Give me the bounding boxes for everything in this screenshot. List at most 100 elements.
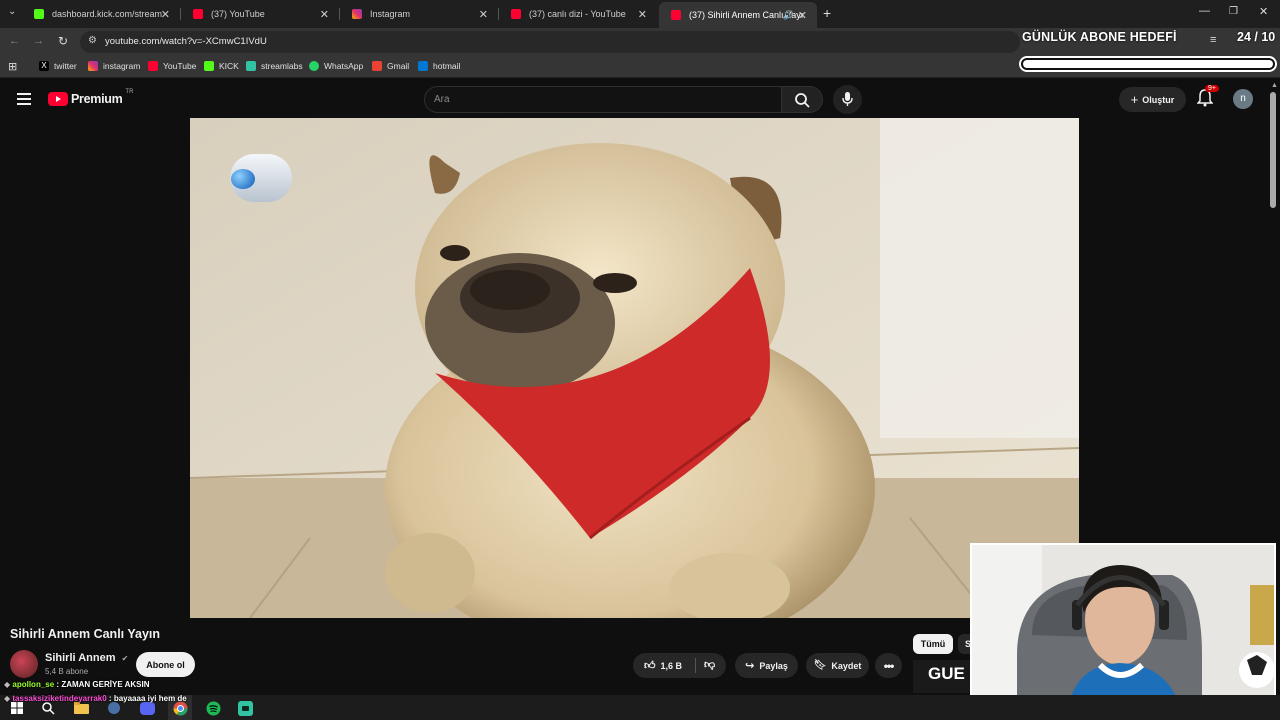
dislike-button[interactable]: 👎︎ (704, 658, 715, 671)
bookmark-gmail[interactable]: Gmail (372, 61, 409, 71)
video-player[interactable] (190, 118, 1079, 618)
bookmark-youtube[interactable]: YouTube (148, 61, 196, 71)
bookmark-hotmail[interactable]: hotmail (418, 61, 460, 71)
tab-search-chevron-icon[interactable]: ⌄ (8, 6, 16, 17)
share-icon: ↪ (745, 660, 755, 672)
recommended-thumbnail[interactable]: GUE (913, 660, 973, 693)
thumbs-down-icon: 👎︎ (704, 659, 716, 671)
video-frame-bulldog (190, 118, 1079, 618)
apps-grid-icon[interactable]: ⊞ (8, 60, 17, 73)
site-info-icon[interactable]: ⚙ (88, 35, 97, 46)
channel-watermark-logo (230, 154, 292, 202)
more-horizontal-icon: ••• (883, 658, 895, 673)
video-title: Sihirli Annem Canlı Yayın (10, 627, 161, 641)
close-icon[interactable]: ✕ (798, 9, 807, 22)
close-icon[interactable]: ✕ (479, 8, 488, 21)
bookmark-label: WhatsApp (324, 61, 364, 71)
bookmark-label: Gmail (387, 61, 410, 71)
bookmark-instagram[interactable]: instagram (88, 61, 140, 71)
bookmark-label: hotmail (433, 61, 461, 71)
forward-icon[interactable]: → (33, 35, 44, 47)
browser-tab-strip: ⌄ dashboard.kick.com/stream ✕ (37) YouTu… (0, 0, 1280, 28)
more-actions-button[interactable]: ••• (875, 653, 902, 678)
logo-text: Premium (71, 92, 123, 106)
bookmark-label: KICK (219, 61, 239, 71)
divider (695, 658, 696, 673)
create-label: Oluştur (1142, 94, 1175, 105)
youtube-icon (511, 9, 521, 19)
logo-orb (231, 169, 255, 189)
chat-username: apollon_se (12, 680, 55, 689)
page-scrollbar[interactable] (1270, 92, 1276, 208)
minimize-icon[interactable]: — (1199, 5, 1210, 17)
scroll-up-icon[interactable]: ▲ (1271, 82, 1278, 89)
window-close-icon[interactable]: ✕ (1259, 5, 1268, 18)
notifications-button[interactable]: 9+ (1196, 85, 1219, 112)
bookmark-label: YouTube (163, 61, 197, 71)
youtube-icon (671, 10, 681, 20)
reload-icon[interactable]: ↻ (58, 34, 68, 48)
webcam-overlay (970, 543, 1276, 718)
speaker-icon[interactable]: 🔊 (783, 10, 794, 21)
chip-all[interactable]: Tümü (913, 634, 953, 654)
bookmark-whatsapp[interactable]: WhatsApp (309, 61, 363, 71)
tab-title: Instagram (370, 9, 411, 19)
chat-badge-icon: ◆ (4, 680, 11, 689)
spotify-icon[interactable] (205, 700, 221, 716)
tab-title: dashboard.kick.com/stream (52, 9, 163, 19)
kick-icon (204, 61, 214, 71)
bookmark-kick[interactable]: KICK (204, 61, 239, 71)
reading-list-icon[interactable]: ≡ (1210, 34, 1216, 46)
close-icon[interactable]: ✕ (320, 8, 329, 21)
new-tab-icon[interactable]: + (823, 5, 831, 21)
thumbnail-text: GUE (928, 664, 965, 683)
chat-message: ◆ apollon_se : ZAMAN GERİYE AKSIN (4, 680, 149, 689)
subscriber-goal-count: 24 / 10 (1237, 30, 1276, 44)
youtube-logo[interactable]: Premium TR (48, 89, 133, 106)
channel-name[interactable]: Sihirli Annem ✔ (45, 652, 128, 664)
like-button[interactable]: 👍︎ 1,6 B (644, 659, 682, 672)
tab-sihirli-annem[interactable]: (37) Sihirli Annem Canlı Yayı 🔊 ✕ (659, 2, 817, 28)
restore-icon[interactable]: ❐ (1229, 6, 1238, 17)
search-icon (795, 93, 810, 108)
subscribe-button[interactable]: Abone ol (136, 652, 195, 677)
create-button[interactable]: + Oluştur (1119, 87, 1186, 112)
youtube-icon (148, 61, 158, 71)
chat-badge-icon: ◆ (4, 694, 11, 703)
bookmark-streamlabs[interactable]: streamlabs (246, 61, 303, 71)
subscriber-count: 5,4 B abone (45, 667, 89, 676)
streamer-webcam-feed (972, 545, 1274, 716)
voice-search-button[interactable] (833, 85, 862, 114)
tab-canli-dizi[interactable]: (37) canlı dizi - YouTube ✕ (499, 3, 657, 25)
search-box[interactable]: Ara (424, 86, 782, 113)
tab-youtube[interactable]: (37) YouTube ✕ (181, 3, 339, 25)
tab-kick-dashboard[interactable]: dashboard.kick.com/stream ✕ (22, 3, 180, 25)
streamlabs-icon[interactable] (237, 700, 253, 716)
youtube-icon (193, 9, 203, 19)
verified-icon: ✔ (121, 654, 129, 663)
share-button[interactable]: ↪ Paylaş (735, 653, 798, 678)
thumbs-up-icon: 👍︎ (644, 660, 656, 672)
tab-title: (37) canlı dizi - YouTube (529, 9, 626, 19)
search-placeholder: Ara (434, 94, 450, 105)
subscriber-goal-bar (1019, 56, 1277, 72)
channel-avatar[interactable] (10, 650, 38, 678)
address-bar[interactable]: ⚙ youtube.com/watch?v=-XCmwC1IVdU (80, 31, 1020, 53)
windows-taskbar (0, 695, 1280, 720)
like-dislike-group: 👍︎ 1,6 B 👎︎ (633, 653, 726, 678)
close-icon[interactable]: ✕ (161, 8, 170, 21)
save-label: Kaydet (831, 660, 862, 671)
search-button[interactable] (781, 86, 823, 113)
account-avatar[interactable]: n (1233, 89, 1253, 109)
bookmark-twitter[interactable]: X twitter (39, 61, 77, 71)
save-button[interactable]: 🔖︎ Kaydet (806, 653, 869, 678)
streamlabs-icon (246, 61, 256, 71)
subscriber-goal-label: GÜNLÜK ABONE HEDEFİ (1022, 30, 1177, 44)
close-icon[interactable]: ✕ (638, 8, 647, 21)
notification-badge: 9+ (1205, 85, 1219, 92)
hotmail-icon (418, 61, 428, 71)
hamburger-menu-icon[interactable] (17, 93, 31, 105)
back-icon[interactable]: ← (9, 35, 20, 47)
youtube-play-icon (48, 92, 68, 106)
tab-instagram[interactable]: Instagram ✕ (340, 3, 498, 25)
